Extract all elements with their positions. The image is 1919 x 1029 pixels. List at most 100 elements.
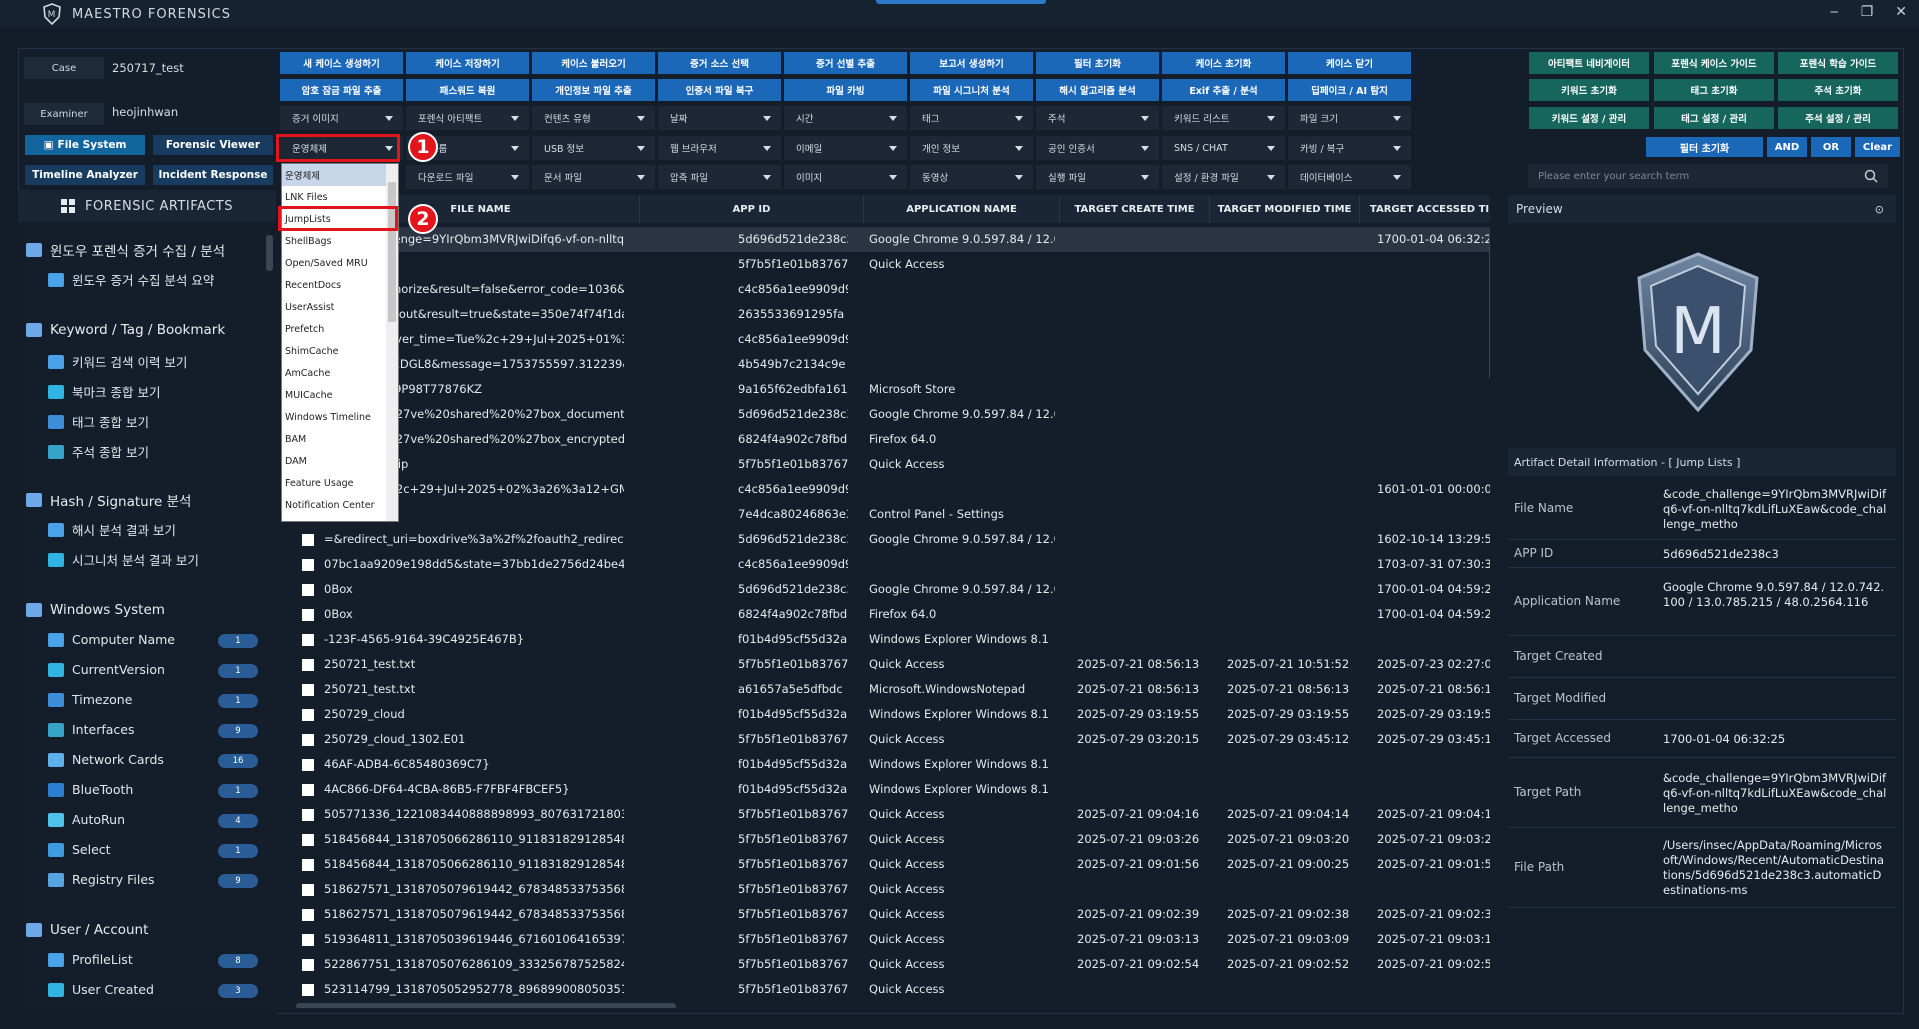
dropdown-option[interactable]: Notification Center (282, 494, 398, 516)
sidebar-item[interactable]: 시그니처 분석 결과 보기 (48, 550, 199, 569)
filter-dropdown[interactable]: 컨텐츠 유형 (532, 106, 655, 130)
filter-dropdown[interactable]: 웹 브라우저 (658, 136, 781, 160)
search-input[interactable]: Please enter your search term (1528, 164, 1888, 188)
toolbar-button[interactable]: 패스워드 복원 (406, 79, 529, 101)
row-checkbox[interactable] (302, 584, 314, 596)
table-row[interactable]: 250721_test.txt a61657a5e5dfbdc Microsoft.… (282, 677, 1490, 702)
dropdown-option[interactable]: Windows Timeline (282, 406, 398, 428)
grid-header-4[interactable]: TARGET MODIFIED TIME (1210, 195, 1360, 223)
incident-response-button[interactable]: Incident Response (153, 165, 273, 185)
row-checkbox[interactable] (302, 734, 314, 746)
toolbar-button[interactable]: 딥페이크 / AI 탐지 (1288, 79, 1411, 101)
table-row[interactable]: 518627571_1318705079619442_6783485337535… (282, 902, 1490, 927)
filter-dropdown[interactable]: SNS / CHAT (1162, 136, 1285, 160)
sidebar-item[interactable]: 북마크 종합 보기 (48, 382, 160, 401)
filter-dropdown[interactable]: 이미지 (784, 165, 907, 189)
dropdown-option[interactable]: DAM (282, 450, 398, 472)
toolbar-button[interactable]: 필터 초기화 (1036, 52, 1159, 74)
table-row[interactable]: 250729_cloud_1302.E01 5f7b5f1e01b83767 Qui… (282, 727, 1490, 752)
toolbar-button[interactable]: 케이스 초기화 (1162, 52, 1285, 74)
sidebar-item[interactable]: Registry Files (48, 872, 155, 887)
table-row[interactable]: ?action=authorize&result=false&error_cod… (282, 277, 1490, 302)
sidebar-item[interactable]: Select (48, 842, 111, 857)
dropdown-option[interactable]: Prefetch (282, 318, 398, 340)
table-row[interactable]: 07bc1aa9209e198dd5&state=37bb1de2756d24b… (282, 552, 1490, 577)
sidebar-item[interactable]: Computer Name (48, 632, 175, 647)
toolbar-button[interactable]: 암호 잠금 파일 추출 (280, 79, 403, 101)
filter-dropdown[interactable]: 문서 파일 (532, 165, 655, 189)
row-checkbox[interactable] (302, 959, 314, 971)
filter-dropdown[interactable]: 시간 (784, 106, 907, 130)
toolbar-button[interactable]: 파일 시그니처 분석 (910, 79, 1033, 101)
dropdown-option[interactable]: AmCache (282, 362, 398, 384)
sidebar-item[interactable]: CurrentVersion (48, 662, 165, 677)
filter-dropdown[interactable]: 데이터베이스 (1288, 165, 1411, 189)
row-checkbox[interactable] (302, 884, 314, 896)
grid-vertical-scrollbar[interactable] (1489, 230, 1490, 380)
sidebar-item[interactable]: AutoRun (48, 812, 125, 827)
side-action-button[interactable]: 키워드 초기화 (1529, 79, 1649, 101)
file-system-button[interactable]: ▣ File System (25, 135, 145, 155)
toolbar-button[interactable]: 보고서 생성하기 (910, 52, 1033, 74)
sidebar-item[interactable]: Network Cards (48, 752, 164, 767)
filter-dropdown[interactable]: 키워드 리스트 (1162, 106, 1285, 130)
toolbar-button[interactable]: 증거 선별 추출 (784, 52, 907, 74)
filter-dropdown[interactable]: 날짜 (658, 106, 781, 130)
row-checkbox[interactable] (302, 834, 314, 846)
table-row[interactable]: ?ProductId=9P98T77876KZ 9a165f62edbfa161 M… (282, 377, 1490, 402)
side-action-button[interactable]: 아티팩트 네비게이터 (1529, 52, 1649, 74)
dropdown-option[interactable]: Open/Saved MRU (282, 252, 398, 274)
filter-dropdown[interactable]: 주석 (1036, 106, 1159, 130)
table-row[interactable]: ?subject=I%27ve%20shared%20%27box_docume… (282, 402, 1490, 427)
or-button[interactable]: OR (1811, 137, 1851, 157)
close-icon[interactable]: ✕ (1895, 4, 1907, 20)
row-checkbox[interactable] (302, 559, 314, 571)
dropdown-option[interactable]: ShellBags (282, 230, 398, 252)
sidebar-item[interactable]: 키워드 검색 이력 보기 (48, 352, 187, 371)
sidebar-section-2[interactable]: Hash / Signature 분석 (26, 490, 191, 510)
dropdown-option[interactable]: UserAssist (282, 296, 398, 318)
filter-dropdown[interactable]: 이메일 (784, 136, 907, 160)
restore-icon[interactable]: ❐ (1861, 4, 1874, 20)
row-checkbox[interactable] (302, 909, 314, 921)
sidebar-section-4[interactable]: User / Account (26, 922, 148, 938)
table-row[interactable]: _time=Tue%2c+29+Jul+2025+02%3a26%3a12+GM… (282, 477, 1490, 502)
row-checkbox[interactable] (302, 984, 314, 996)
filter-dropdown[interactable]: 파일 크기 (1288, 106, 1411, 130)
row-checkbox[interactable] (302, 759, 314, 771)
row-checkbox[interactable] (302, 634, 314, 646)
sidebar-item[interactable]: 태그 종합 보기 (48, 412, 149, 431)
toolbar-button[interactable]: 케이스 불러오기 (532, 52, 655, 74)
side-action-button[interactable]: 포렌식 학습 가이드 (1778, 52, 1898, 74)
grid-header-5[interactable]: TARGET ACCESSED TIM (1360, 195, 1490, 223)
dropdown-option[interactable]: 운영체제 (282, 164, 398, 186)
filter-dropdown[interactable]: 압축 파일 (658, 165, 781, 189)
filter-dropdown[interactable]: 다운로드 파일 (406, 165, 529, 189)
clear-button[interactable]: Clear (1855, 137, 1900, 157)
sidebar-item[interactable]: Interfaces (48, 722, 134, 737)
table-row[interactable]: 522867751_1318705076286109_3332567875258… (282, 952, 1490, 977)
grid-header-1[interactable]: APP ID (640, 195, 864, 223)
table-row[interactable]: 250729_cloud f01b4d95cf55d32a Windows Expl… (282, 702, 1490, 727)
side-action-button[interactable]: 키워드 설정 / 관리 (1529, 107, 1649, 129)
row-checkbox[interactable] (302, 609, 314, 621)
table-row[interactable]: 518456844_1318705066286110_9118318291285… (282, 852, 1490, 877)
sidebar-item[interactable]: User Created (48, 982, 154, 997)
table-row[interactable]: 519364811_1318705039619446_6716010641653… (282, 927, 1490, 952)
filter-dropdown[interactable]: 공인 인증서 (1036, 136, 1159, 160)
forensic-viewer-button[interactable]: Forensic Viewer (153, 135, 273, 155)
row-checkbox[interactable] (302, 859, 314, 871)
dropdown-option[interactable]: MUICache (282, 384, 398, 406)
table-row[interactable]: .html5f7b5f1e01b83767Quick Access (282, 252, 1490, 277)
filter-dropdown[interactable]: 실행 파일 (1036, 165, 1159, 189)
dropdown-option[interactable]: LNK Files (282, 186, 398, 208)
dropdown-option[interactable]: RecentDocs (282, 274, 398, 296)
filter-dropdown[interactable]: 개인 정보 (910, 136, 1033, 160)
row-checkbox[interactable] (302, 934, 314, 946)
filter-dropdown[interactable]: USB 정보 (532, 136, 655, 160)
toolbar-button[interactable]: 케이스 닫기 (1288, 52, 1411, 74)
preview-settings-icon[interactable]: ⊙ (1875, 203, 1884, 216)
search-icon[interactable] (1864, 169, 1878, 183)
toolbar-button[interactable]: Exif 추출 / 분석 (1162, 79, 1285, 101)
filter-dropdown[interactable]: 포렌식 아티팩트 (406, 106, 529, 130)
